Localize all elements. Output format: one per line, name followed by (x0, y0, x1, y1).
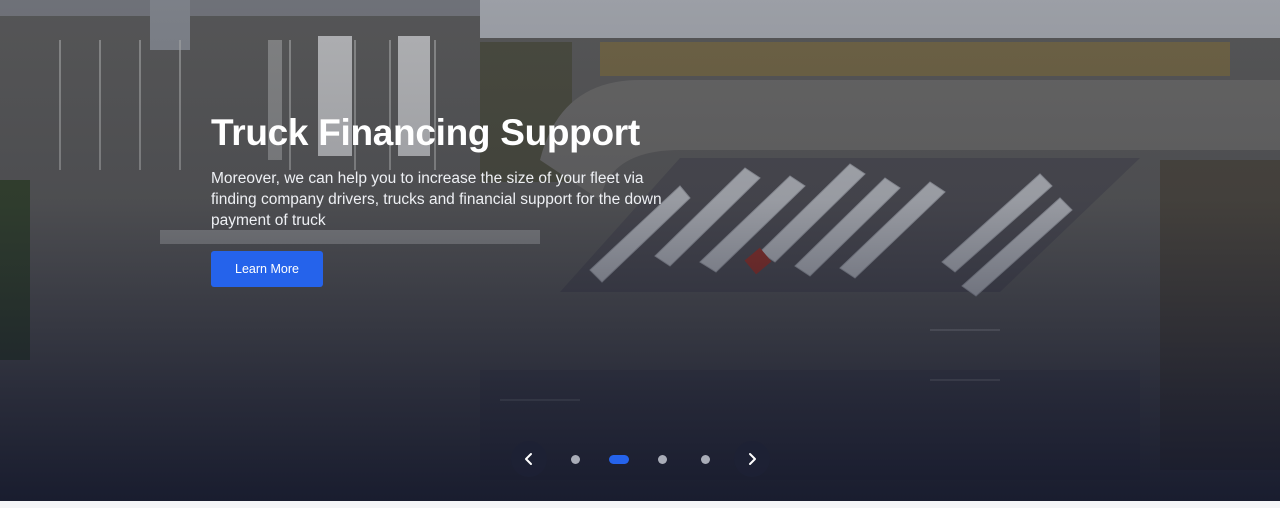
chevron-left-icon (525, 453, 532, 465)
hero-description: Moreover, we can help you to increase th… (211, 170, 662, 229)
carousel-dot-3[interactable] (658, 455, 667, 464)
carousel-dot-4[interactable] (701, 455, 710, 464)
page-bottom-strip (0, 501, 1280, 508)
hero-carousel: Truck Financing Support Moreover, we can… (0, 0, 1280, 501)
hero-content: Truck Financing Support Moreover, we can… (211, 110, 681, 287)
carousel-dot-1[interactable] (571, 455, 580, 464)
hero-overlay (0, 0, 1280, 501)
chevron-right-icon (749, 453, 756, 465)
carousel-dot-2[interactable] (609, 455, 629, 464)
hero-title: Truck Financing Support (211, 112, 640, 153)
carousel-next-button[interactable] (734, 441, 770, 477)
learn-more-button[interactable]: Learn More (211, 251, 323, 287)
carousel-prev-button[interactable] (511, 441, 547, 477)
